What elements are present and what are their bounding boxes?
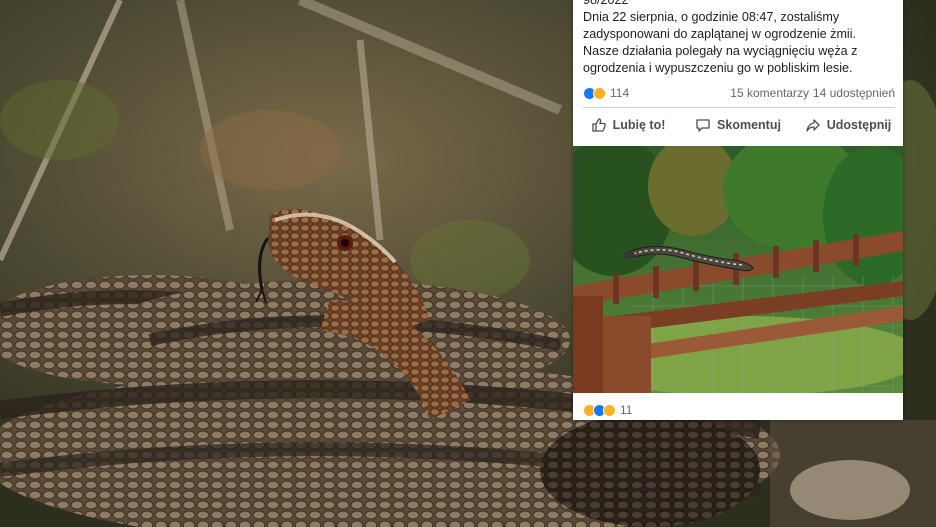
shares-count-link[interactable]: 14 udostępnień — [813, 86, 895, 100]
comment-button[interactable]: Skomentuj — [683, 110, 793, 140]
photo-reaction-count: 11 — [620, 403, 633, 417]
post-photo-snake-in-fence[interactable] — [573, 146, 903, 393]
comments-count-link[interactable]: 15 komentarzy — [730, 86, 809, 100]
comment-button-label: Skomentuj — [717, 118, 781, 132]
stats-divider — [583, 107, 895, 108]
post-stats: 114 15 komentarzy 14 udostępnień — [583, 84, 895, 102]
share-button-label: Udostępnij — [826, 118, 892, 132]
reaction-count: 114 — [610, 86, 630, 100]
facebook-post-card: 98/2022 Dnia 22 sierpnia, o godzinie 08:… — [573, 0, 903, 420]
post-actions-bar: Lubię to! Skomentuj Udostępnij — [573, 110, 903, 140]
share-button[interactable]: Udostępnij — [793, 110, 903, 140]
post-number: 98/2022 — [583, 0, 629, 7]
like-button-label: Lubię to! — [612, 118, 666, 132]
like-button[interactable]: Lubię to! — [573, 110, 683, 140]
post-text: 98/2022 Dnia 22 sierpnia, o godzinie 08:… — [583, 0, 895, 77]
haha-icon — [603, 403, 616, 417]
thumbs-up-icon — [591, 118, 606, 132]
share-arrow-icon — [806, 119, 820, 132]
reaction-summary[interactable]: 114 — [583, 86, 629, 100]
photo-reaction-summary[interactable]: 11 — [583, 403, 632, 417]
post-body: Dnia 22 sierpnia, o godzinie 08:47, zost… — [583, 10, 858, 75]
comment-bubble-icon — [696, 119, 710, 132]
wow-icon — [593, 86, 606, 100]
